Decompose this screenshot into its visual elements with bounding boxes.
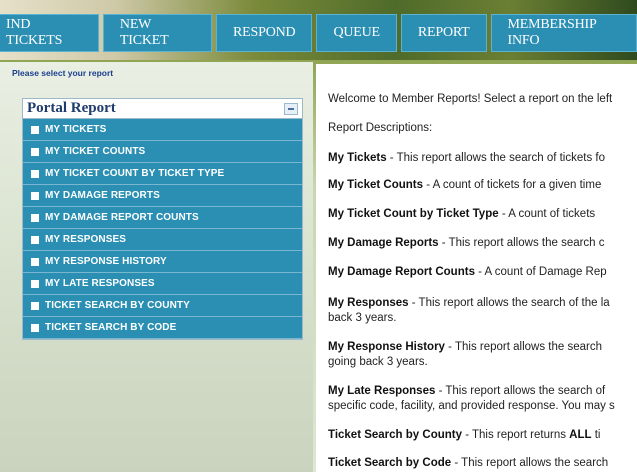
report-item-my-ticket-counts[interactable]: MY TICKET COUNTS [23,141,302,163]
portal-report-panel: Portal Report MY TICKETS MY TICKET COUNT… [22,98,303,340]
portal-report-title: Portal Report [27,100,116,116]
right-panel: Welcome to Member Reports! Select a repo… [316,64,637,472]
report-item-my-response-history[interactable]: MY RESPONSE HISTORY [23,251,302,273]
square-bullet-icon [31,125,39,134]
desc-ticket-search-by-code: Ticket Search by Code - This report allo… [328,457,609,469]
portal-report-header[interactable]: Portal Report [23,99,302,119]
desc-my-late-responses: My Late Responses - This report allows t… [328,385,606,397]
square-bullet-icon [31,279,39,288]
report-item-ticket-search-by-county[interactable]: TICKET SEARCH BY COUNTY [23,295,302,317]
report-item-my-late-responses[interactable]: MY LATE RESPONSES [23,273,302,295]
header-banner: IND TICKETS NEW TICKET RESPOND QUEUE REP… [0,0,637,60]
report-item-my-ticket-count-by-type[interactable]: MY TICKET COUNT BY TICKET TYPE [23,163,302,185]
square-bullet-icon [31,301,39,310]
main-nav: IND TICKETS NEW TICKET RESPOND QUEUE REP… [0,14,637,52]
desc-my-responses: My Responses - This report allows the se… [328,297,610,309]
desc-my-ticket-count-by-type: My Ticket Count by Ticket Type - A count… [328,208,596,220]
nav-new-ticket[interactable]: NEW TICKET [102,14,213,52]
desc-my-response-history-cont: going back 3 years. [328,356,428,368]
nav-queue[interactable]: QUEUE [316,14,397,52]
desc-my-damage-reports: My Damage Reports - This report allows t… [328,237,605,249]
report-item-my-damage-report-counts[interactable]: MY DAMAGE REPORT COUNTS [23,207,302,229]
left-panel: Please select your report Portal Report … [0,62,313,472]
welcome-text: Welcome to Member Reports! Select a repo… [328,93,613,105]
nav-report[interactable]: REPORT [400,14,487,52]
desc-my-late-responses-cont: specific code, facility, and provided re… [328,400,615,412]
report-item-ticket-search-by-code[interactable]: TICKET SEARCH BY CODE [23,317,302,339]
nav-membership-info[interactable]: MEMBERSHIP INFO [490,14,637,52]
desc-my-response-history: My Response History - This report allows… [328,341,602,353]
desc-ticket-search-by-county: Ticket Search by County - This report re… [328,429,601,441]
square-bullet-icon [31,191,39,200]
desc-my-damage-report-counts: My Damage Report Counts - A count of Dam… [328,266,607,278]
collapse-icon[interactable] [284,102,298,115]
square-bullet-icon [31,323,39,332]
square-bullet-icon [31,147,39,156]
square-bullet-icon [31,169,39,178]
square-bullet-icon [31,257,39,266]
report-prompt: Please select your report [12,68,114,78]
report-item-my-responses[interactable]: MY RESPONSES [23,229,302,251]
descriptions-label: Report Descriptions: [328,122,433,134]
square-bullet-icon [31,235,39,244]
square-bullet-icon [31,213,39,222]
desc-my-responses-cont: back 3 years. [328,312,397,324]
nav-respond[interactable]: RESPOND [216,14,313,52]
report-item-my-tickets[interactable]: MY TICKETS [23,119,302,141]
nav-find-tickets[interactable]: IND TICKETS [0,14,99,52]
desc-my-ticket-counts: My Ticket Counts - A count of tickets fo… [328,179,602,191]
report-item-my-damage-reports[interactable]: MY DAMAGE REPORTS [23,185,302,207]
desc-my-tickets: My Tickets - This report allows the sear… [328,152,605,164]
